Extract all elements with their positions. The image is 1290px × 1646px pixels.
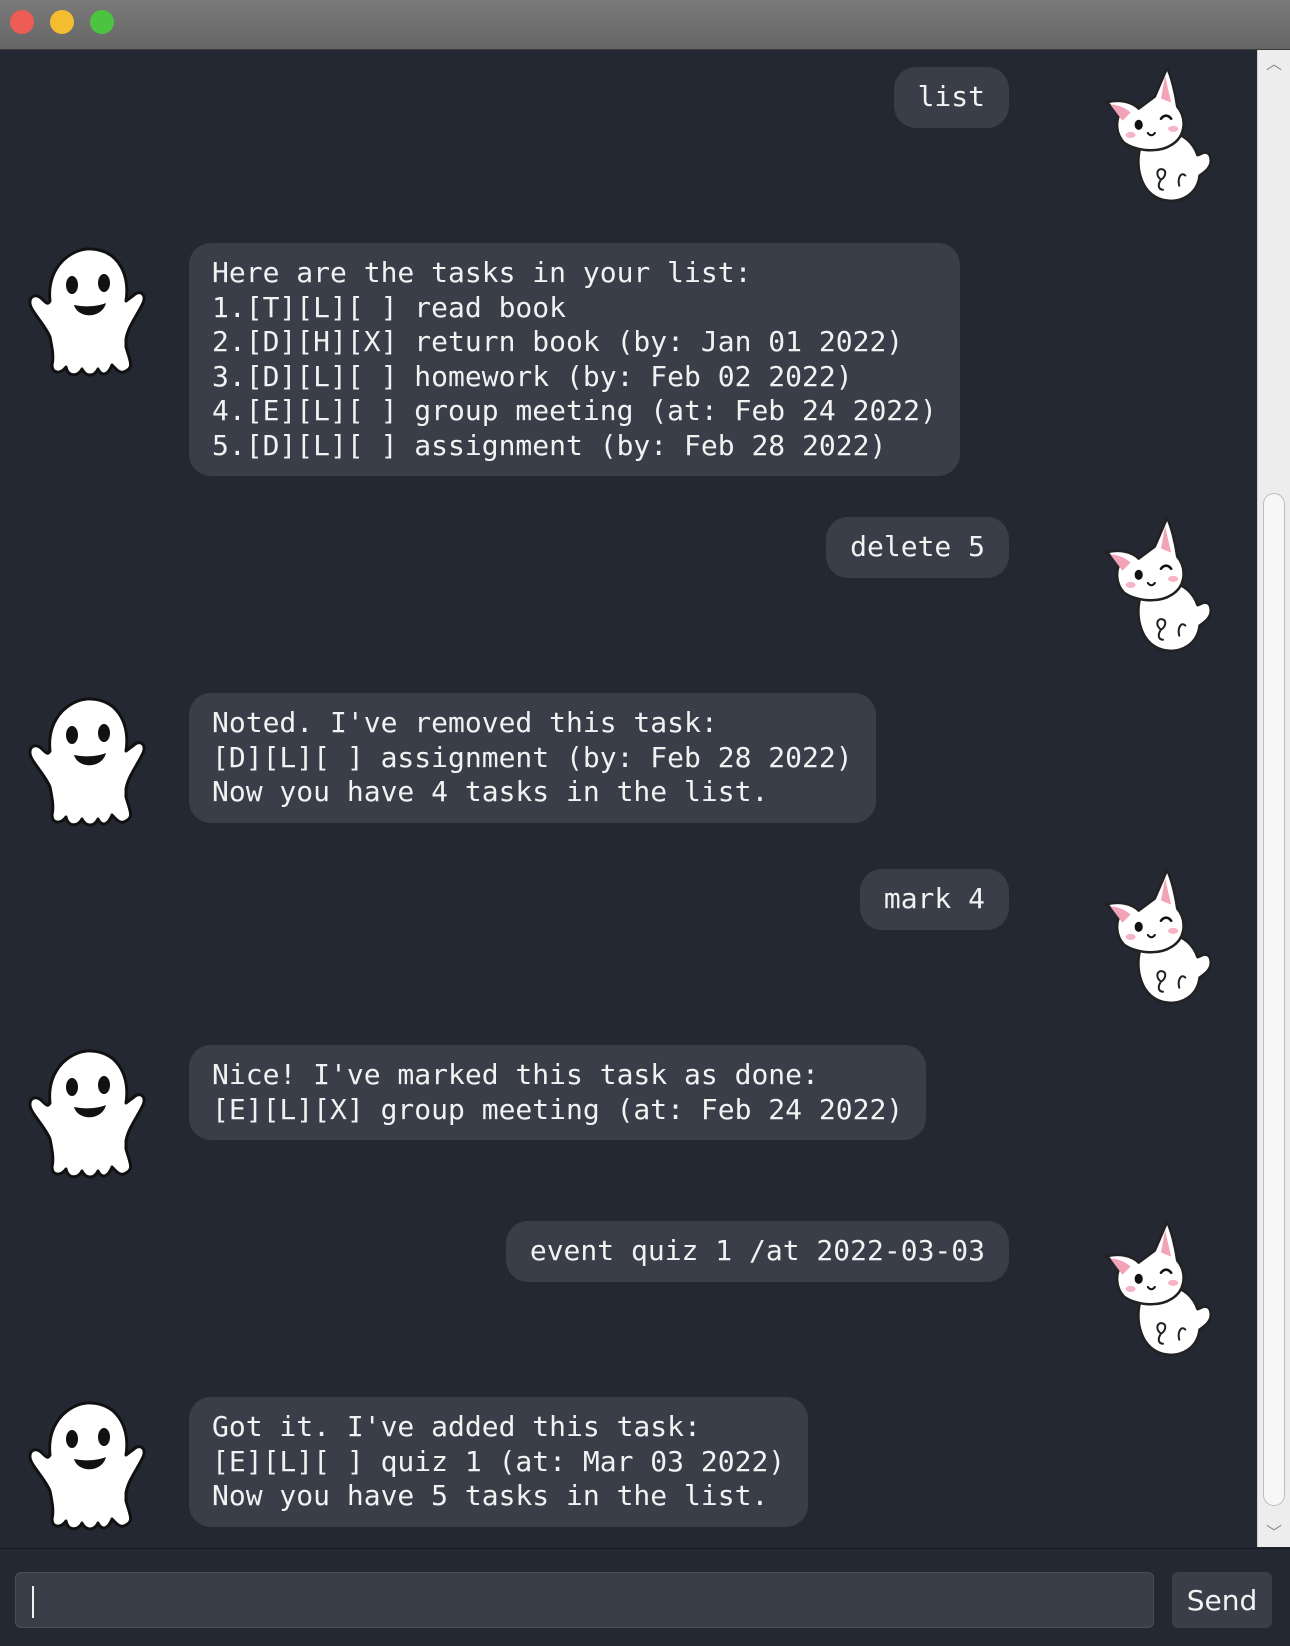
cat-icon xyxy=(1100,516,1222,658)
window-title-bar xyxy=(0,0,1290,50)
text-cursor xyxy=(32,1586,34,1618)
user-message-bubble: list xyxy=(893,67,1009,128)
bot-message-bubble: Here are the tasks in your list: 1.[T][L… xyxy=(189,243,960,476)
message-input-bar: Send xyxy=(0,1548,1290,1646)
scroll-down-icon[interactable]: ﹀ xyxy=(1264,1523,1284,1543)
bot-message-bubble: Got it. I've added this task: [E][L][ ] … xyxy=(189,1397,809,1527)
ghost-icon xyxy=(22,693,152,828)
cat-icon xyxy=(1100,1220,1222,1362)
maximize-window-button[interactable] xyxy=(90,10,114,34)
chat-dialog-area[interactable]: list Here are the tasks in your list: 1.… xyxy=(0,50,1257,1550)
message-input[interactable] xyxy=(15,1572,1154,1628)
scrollbar-thumb[interactable] xyxy=(1263,493,1285,1506)
send-button[interactable]: Send xyxy=(1172,1572,1272,1628)
bot-message-bubble: Nice! I've marked this task as done: [E]… xyxy=(189,1045,927,1140)
close-window-button[interactable] xyxy=(10,10,34,34)
cat-icon xyxy=(1100,66,1222,208)
ghost-icon xyxy=(22,1045,152,1180)
ghost-icon xyxy=(22,1397,152,1532)
cat-icon xyxy=(1100,868,1222,1010)
minimize-window-button[interactable] xyxy=(50,10,74,34)
user-message-bubble: delete 5 xyxy=(826,517,1009,578)
user-message-bubble: mark 4 xyxy=(859,869,1009,930)
bot-message-bubble: Noted. I've removed this task: [D][L][ ]… xyxy=(189,693,876,823)
ghost-icon xyxy=(22,243,152,378)
scroll-up-icon[interactable]: ︿ xyxy=(1264,54,1284,74)
user-message-bubble: event quiz 1 /at 2022-03-03 xyxy=(505,1221,1009,1282)
vertical-scrollbar[interactable]: ︿ ﹀ xyxy=(1257,50,1290,1547)
